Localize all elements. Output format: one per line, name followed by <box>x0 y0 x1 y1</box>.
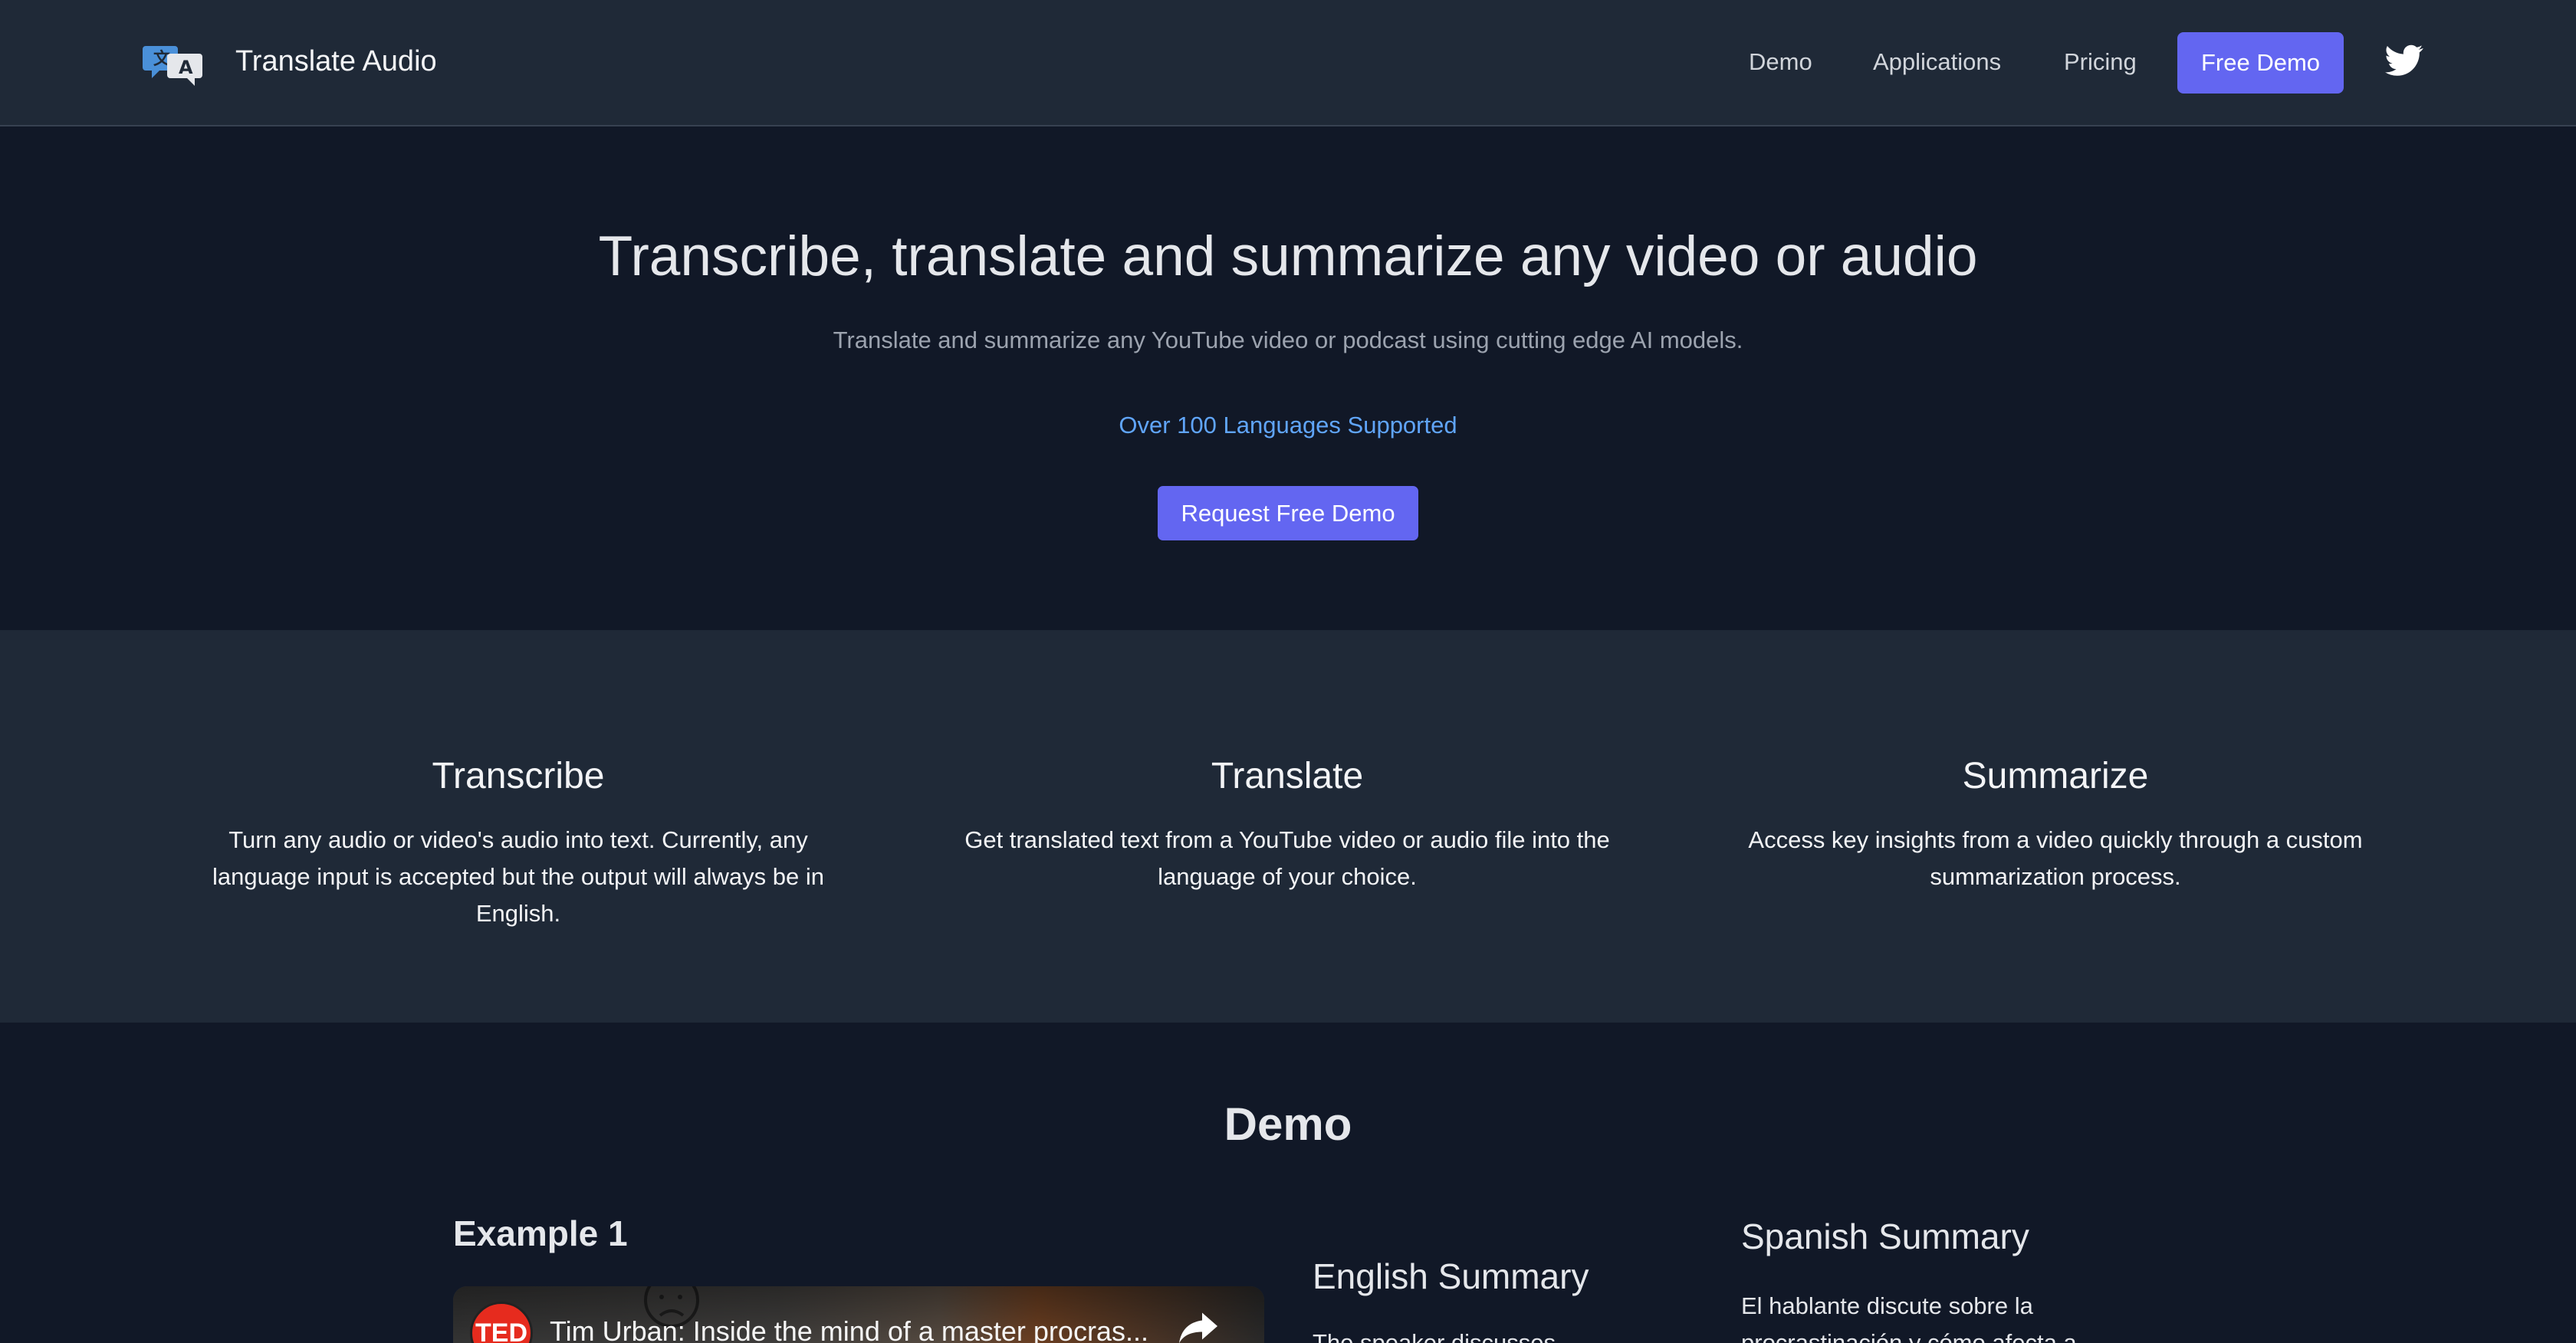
site-header: 文 A Translate Audio Demo Applications Pr… <box>0 0 2576 126</box>
free-demo-button[interactable]: Free Demo <box>2177 32 2344 94</box>
english-summary-text: The speaker discusses <box>1313 1329 1556 1343</box>
nav-demo-link[interactable]: Demo <box>1749 46 1812 78</box>
english-summary-title: English Summary <box>1313 1256 1589 1296</box>
feature-description: Get translated text from a YouTube video… <box>964 826 1610 890</box>
brand-name[interactable]: Translate Audio <box>235 43 437 80</box>
svg-text:A: A <box>179 57 193 78</box>
demo-title: Demo <box>1224 1098 1352 1150</box>
demo-section: Demo Example 1 TED Tim Urban: Inside the… <box>0 1023 2576 1343</box>
feature-description: Access key insights from a video quickly… <box>1748 826 2363 890</box>
nav-applications-link[interactable]: Applications <box>1873 46 2001 78</box>
nav-pricing-link[interactable]: Pricing <box>2064 46 2137 78</box>
hero-section: Transcribe, translate and summarize any … <box>0 126 2576 630</box>
languages-supported-text: Over 100 Languages Supported <box>1119 412 1457 438</box>
spanish-summary-title: Spanish Summary <box>1741 1217 2029 1256</box>
request-free-demo-button[interactable]: Request Free Demo <box>1158 486 1418 540</box>
spanish-summary-text: El hablante discute sobre la procrastina… <box>1741 1292 2077 1343</box>
feature-title: Transcribe <box>432 756 605 796</box>
feature-title: Summarize <box>1962 756 2149 796</box>
share-icon[interactable] <box>1174 1303 1223 1343</box>
feature-translate: Translate Get translated text from a You… <box>923 753 1651 895</box>
feature-description: Turn any audio or video's audio into tex… <box>212 826 824 927</box>
video-title[interactable]: Tim Urban: Inside the mind of a master p… <box>550 1314 1148 1343</box>
example-title: Example 1 <box>453 1213 628 1253</box>
video-embed[interactable]: TED Tim Urban: Inside the mind of a mast… <box>453 1286 1264 1343</box>
feature-summarize: Summarize Access key insights from a vid… <box>1691 753 2420 895</box>
translate-icon[interactable]: 文 A <box>143 41 204 86</box>
hero-title: Transcribe, translate and summarize any … <box>598 225 1978 287</box>
twitter-icon[interactable] <box>2385 44 2423 77</box>
hero-subtitle: Translate and summarize any YouTube vide… <box>833 327 1743 353</box>
features-section: Transcribe Turn any audio or video's aud… <box>0 630 2576 1023</box>
feature-transcribe: Transcribe Turn any audio or video's aud… <box>154 753 882 932</box>
feature-title: Translate <box>1211 756 1364 796</box>
